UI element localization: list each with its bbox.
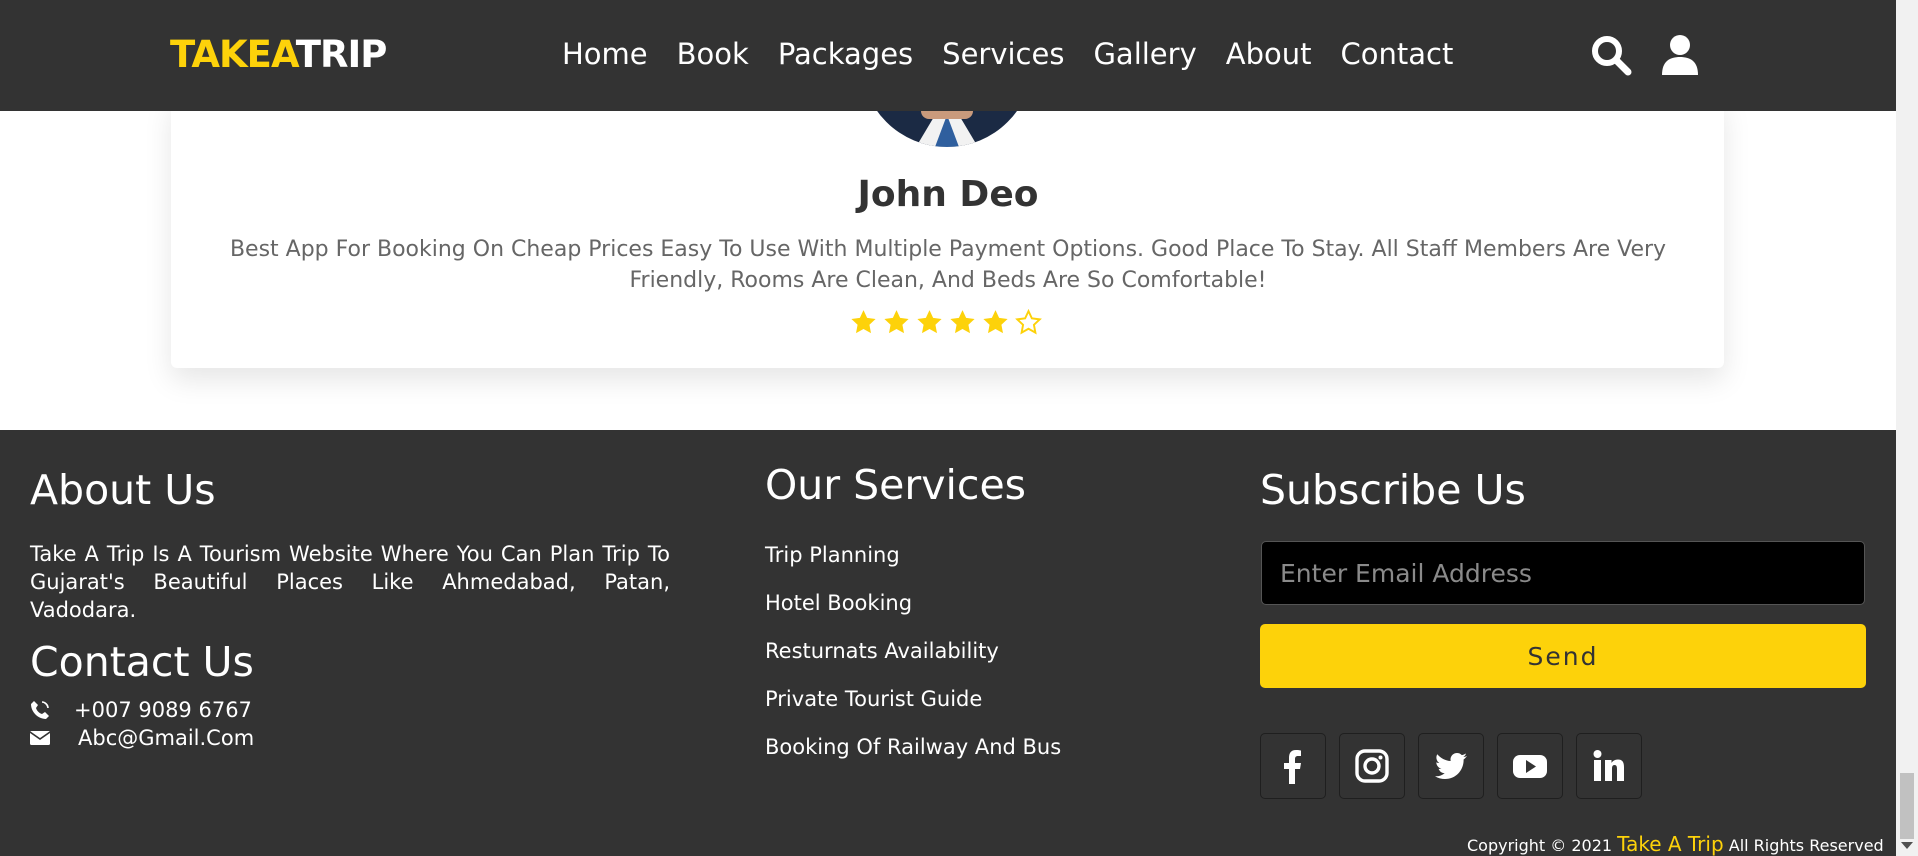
site-footer: About Us Take A Trip Is A Tourism Websit… [0,430,1896,856]
youtube-icon [1513,755,1547,778]
instagram-link[interactable] [1339,733,1405,799]
star-filled-icon [983,310,1008,334]
contact-heading: Contact Us [30,638,254,686]
linkedin-icon [1593,750,1624,781]
copyright: Copyright © 2021 Take A Trip All Rights … [1467,832,1884,856]
service-link-tourist-guide[interactable]: Private Tourist Guide [765,685,982,713]
rating-stars [849,308,1043,342]
copyright-brand[interactable]: Take A Trip [1617,832,1723,856]
service-link-trip-planning[interactable]: Trip Planning [765,541,900,569]
nav-link-packages[interactable]: Packages [778,34,913,74]
facebook-icon [1284,750,1301,784]
site-logo[interactable]: TAKEATRIP [170,32,388,78]
subscribe-heading: Subscribe Us [1260,466,1526,514]
nav-link-home[interactable]: Home [562,34,648,74]
about-heading: About Us [30,466,216,514]
scrollbar-thumb[interactable] [1900,773,1914,839]
send-button[interactable]: Send [1260,624,1866,688]
services-heading: Our Services [765,461,1027,509]
nav-link-about[interactable]: About [1226,34,1312,74]
contact-email: Abc@Gmail.Com [78,726,255,750]
top-navbar: TAKEATRIP Home Book Packages Services Ga… [0,0,1896,111]
search-icon[interactable] [1589,33,1633,77]
social-links [1260,733,1642,799]
nav-links: Home Book Packages Services Gallery Abou… [562,34,1482,74]
vertical-scrollbar[interactable] [1896,0,1918,856]
logo-part-1: TAKEA [170,33,297,76]
nav-link-book[interactable]: Book [677,34,749,74]
service-link-restaurants[interactable]: Resturnats Availability [765,637,999,665]
email-input[interactable] [1261,541,1865,605]
star-empty-icon [1015,308,1042,335]
envelope-icon [30,731,50,745]
instagram-icon [1355,749,1389,783]
contact-phone-row[interactable]: +007 9089 6767 [30,696,252,724]
nav-link-services[interactable]: Services [942,34,1064,74]
logo-part-2: TRIP [295,33,388,76]
star-filled-icon [851,310,876,334]
nav-link-gallery[interactable]: Gallery [1093,34,1196,74]
service-link-hotel-booking[interactable]: Hotel Booking [765,589,912,617]
nav-link-contact[interactable]: Contact [1341,34,1454,74]
linkedin-link[interactable] [1576,733,1642,799]
about-text: Take A Trip Is A Tourism Website Where Y… [30,542,670,622]
contact-email-row[interactable]: Abc@Gmail.Com [30,724,254,752]
twitter-icon [1435,753,1467,779]
youtube-link[interactable] [1497,733,1563,799]
star-filled-icon [917,310,942,334]
star-filled-icon [950,310,975,334]
testimonial-text: Best App For Booking On Cheap Prices Eas… [229,237,1667,293]
service-link-railway-bus[interactable]: Booking Of Railway And Bus [765,733,1061,761]
star-filled-icon [884,310,909,334]
copyright-suffix: All Rights Reserved [1728,836,1884,855]
copyright-prefix: Copyright © 2021 [1467,836,1613,855]
contact-phone: +007 9089 6767 [74,698,252,722]
scroll-down-arrow-icon[interactable] [1901,842,1913,850]
testimonial-name: John Deo [857,174,1039,215]
user-icon[interactable] [1658,33,1702,77]
twitter-link[interactable] [1418,733,1484,799]
phone-icon [31,701,49,719]
facebook-link[interactable] [1260,733,1326,799]
